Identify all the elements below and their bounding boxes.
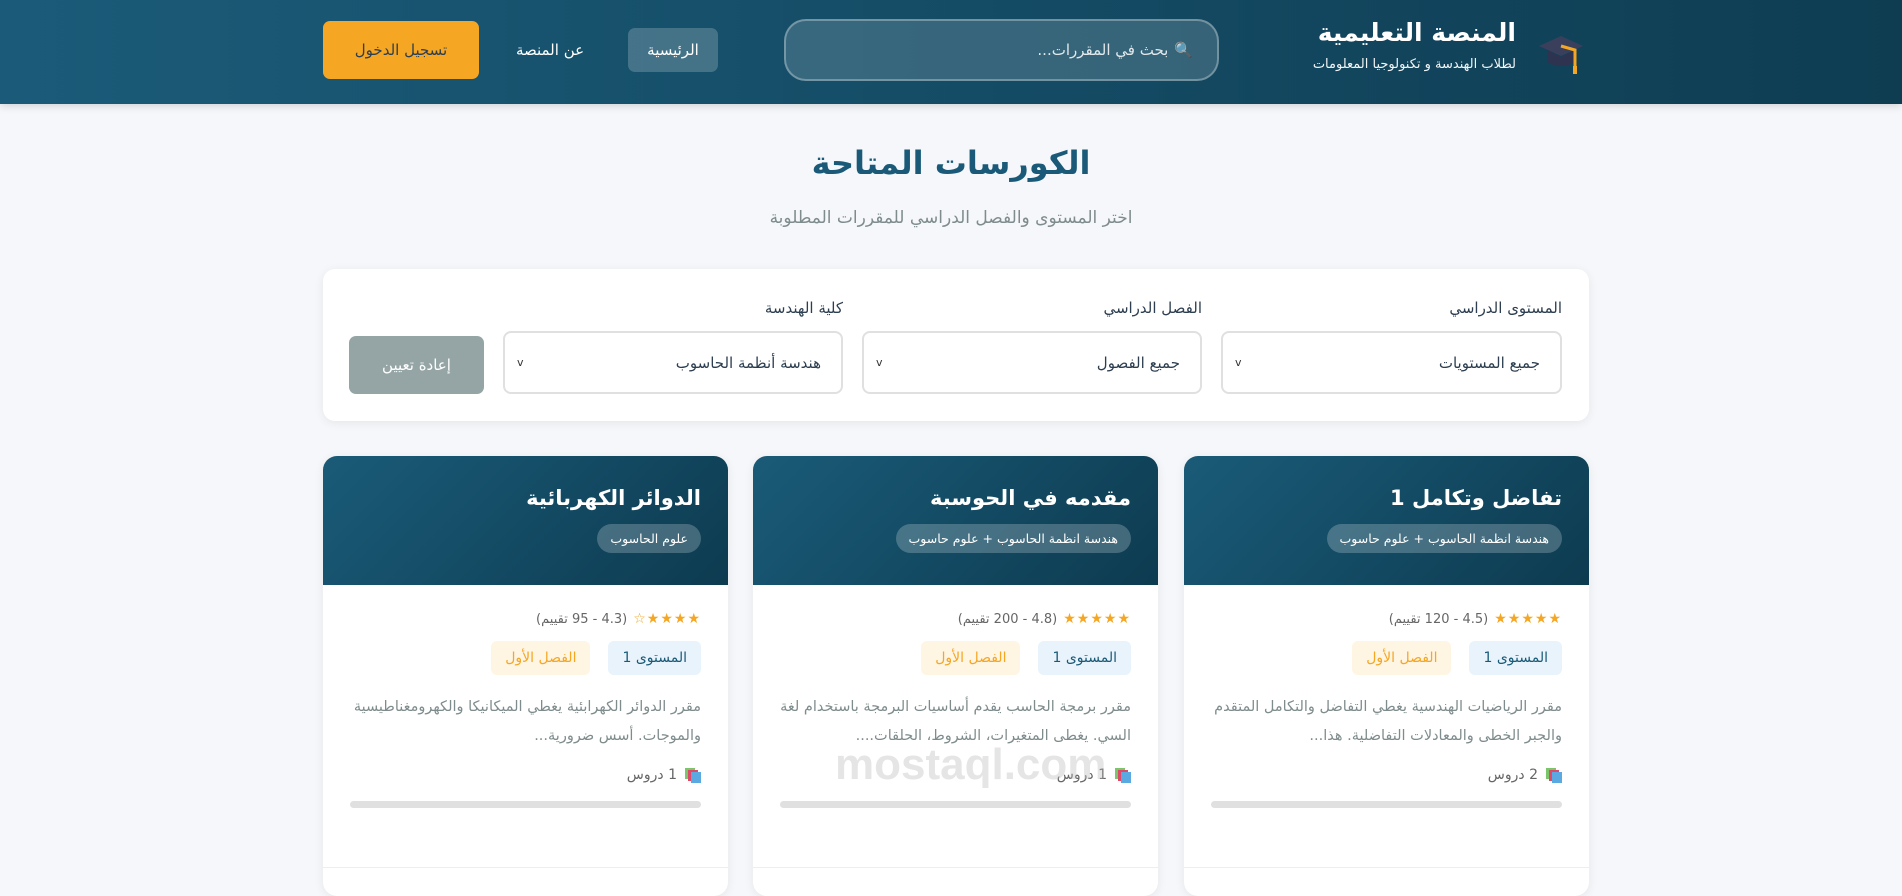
books-icon	[1115, 768, 1131, 783]
rating-text: (4.8 - 200 تقييم)	[957, 611, 1058, 627]
card-header: مقدمه في الحوسبة هندسة انظمة الحاسوب + ع…	[753, 456, 1158, 585]
level-value: جميع المستويات	[1438, 353, 1540, 372]
semester-badge: الفصل الأول	[1352, 641, 1452, 675]
course-card[interactable]: تفاضل وتكامل 1 هندسة انظمة الحاسوب + علو…	[1184, 456, 1589, 896]
brand-subtitle: لطلاب الهندسة و تكنولوجيا المعلومات	[1312, 57, 1516, 72]
login-button[interactable]: تسجيل الدخول	[323, 21, 479, 79]
college-select[interactable]: هندسة أنظمة الحاسوب v	[503, 331, 843, 394]
card-header: الدوائر الكهربائية علوم الحاسوب	[323, 456, 728, 585]
lessons-count: 1 دروس	[350, 767, 701, 783]
level-select[interactable]: جميع المستويات v	[1221, 331, 1562, 394]
card-divider	[323, 867, 728, 868]
progress-bar	[1211, 801, 1562, 808]
course-tag: هندسة انظمة الحاسوب + علوم حاسوب	[1326, 524, 1562, 553]
card-divider	[1184, 867, 1589, 868]
course-card[interactable]: مقدمه في الحوسبة هندسة انظمة الحاسوب + ع…	[753, 456, 1158, 896]
card-divider	[753, 867, 1158, 868]
nav-home[interactable]: الرئيسية	[628, 28, 718, 72]
reset-button[interactable]: إعادة تعيين	[349, 336, 484, 394]
lessons-text: 1 دروس	[626, 767, 677, 783]
college-label: كلية الهندسة	[764, 299, 843, 317]
books-icon	[685, 768, 701, 783]
card-header: تفاضل وتكامل 1 هندسة انظمة الحاسوب + علو…	[1184, 456, 1589, 585]
brand[interactable]: المنصة التعليمية لطلاب الهندسة و تكنولوج…	[1313, 18, 1516, 72]
chevron-down-icon: v	[1235, 356, 1242, 369]
course-description: مقرر الرياضيات الهندسية يغطي التفاضل وال…	[1214, 699, 1562, 744]
course-tag: هندسة انظمة الحاسوب + علوم حاسوب	[895, 524, 1131, 553]
college-value: هندسة أنظمة الحاسوب	[675, 353, 821, 372]
course-card[interactable]: الدوائر الكهربائية علوم الحاسوب ★★★★☆ (4.…	[323, 456, 728, 896]
chevron-down-icon: v	[876, 356, 883, 369]
course-title[interactable]: تفاضل وتكامل 1	[1211, 486, 1562, 510]
search-placeholder: بحث في المقررات...	[1037, 41, 1169, 59]
level-badge: المستوى 1	[608, 641, 701, 675]
semester-badge: الفصل الأول	[921, 641, 1021, 675]
filters-panel: المستوى الدراسي جميع المستويات v الفصل ال…	[323, 269, 1589, 421]
level-label: المستوى الدراسي	[1449, 299, 1562, 317]
lessons-count: 2 دروس	[1211, 767, 1562, 783]
star-rating-icon: ★★★★★	[1063, 611, 1131, 627]
level-badge: المستوى 1	[1469, 641, 1562, 675]
graduation-cap-icon	[1539, 36, 1583, 74]
course-tag: علوم الحاسوب	[597, 524, 701, 553]
progress-bar	[780, 801, 1131, 808]
semester-label: الفصل الدراسي	[1103, 299, 1202, 317]
course-title[interactable]: الدوائر الكهربائية	[350, 486, 701, 510]
semester-badge: الفصل الأول	[491, 641, 591, 675]
chevron-down-icon: v	[517, 356, 524, 369]
rating-text: (4.5 - 120 تقييم)	[1388, 611, 1489, 627]
rating-text: (4.3 - 95 تقييم)	[536, 611, 628, 627]
course-rating: ★★★★★ (4.5 - 120 تقييم)	[1211, 611, 1562, 627]
lessons-text: 2 دروس	[1487, 767, 1538, 783]
course-rating: ★★★★☆ (4.3 - 95 تقييم)	[350, 611, 701, 627]
course-rating: ★★★★★ (4.8 - 200 تقييم)	[780, 611, 1131, 627]
nav-about[interactable]: عن المنصة	[505, 28, 595, 72]
course-title[interactable]: مقدمه في الحوسبة	[780, 486, 1131, 510]
semester-select[interactable]: جميع الفصول v	[862, 331, 1202, 394]
page-title: الكورسات المتاحة	[811, 144, 1091, 182]
level-badge: المستوى 1	[1038, 641, 1131, 675]
semester-value: جميع الفصول	[1096, 353, 1180, 372]
page-subtitle: اختر المستوى والفصل الدراسي للمقررات الم…	[769, 208, 1133, 228]
star-rating-icon: ★★★★☆	[633, 611, 701, 627]
search-input[interactable]: 🔍 بحث في المقررات...	[784, 19, 1219, 81]
star-rating-icon: ★★★★★	[1494, 611, 1562, 627]
progress-bar	[350, 801, 701, 808]
course-description: مقرر الدوائر الكهرابئية يغطي الميكانيكا …	[353, 699, 701, 744]
top-header: المنصة التعليمية لطلاب الهندسة و تكنولوج…	[0, 0, 1902, 104]
brand-title: المنصة التعليمية	[1317, 18, 1516, 47]
search-icon: 🔍	[1174, 41, 1193, 59]
watermark: mostaql.com	[835, 740, 1107, 789]
books-icon	[1546, 768, 1562, 783]
